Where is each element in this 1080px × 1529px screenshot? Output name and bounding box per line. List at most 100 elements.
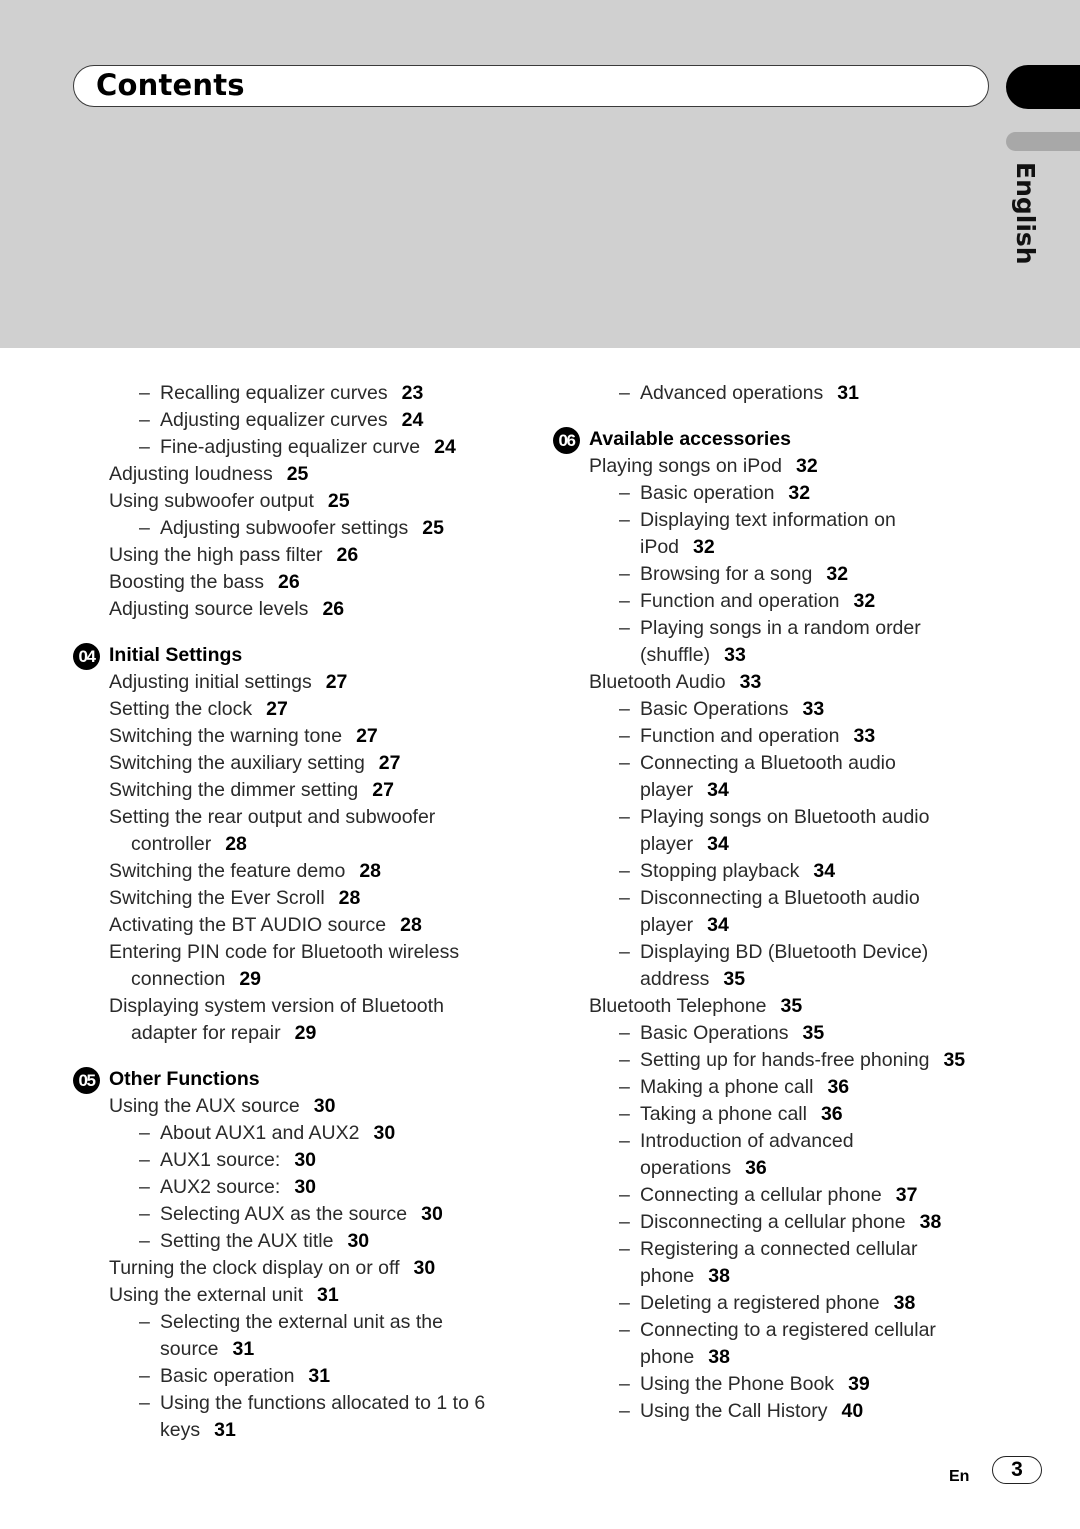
toc-entry-title: Turning the clock display on or off [109,1257,400,1279]
toc-entry[interactable]: Entering PIN code for Bluetooth wireless… [73,939,533,993]
toc-entry[interactable]: – Connecting a Bluetooth audio player 34 [553,750,1013,804]
section-heading[interactable]: 06 Available accessories [553,426,1013,454]
toc-entry-page: 36 [820,1103,843,1125]
toc-entry[interactable]: – Basic operation 31 [73,1363,533,1390]
toc-entry-title-continued: iPod 32 [640,534,1013,561]
toc-entry-title: Making a phone call [640,1076,814,1098]
toc-entry[interactable]: Boosting the bass 26 [73,569,533,596]
toc-entry[interactable]: – Using the functions allocated to 1 to 6… [73,1390,533,1444]
toc-entry[interactable]: – Disconnecting a cellular phone 38 [553,1209,1013,1236]
toc-entry-page: 25 [327,490,350,512]
toc-entry-page: 26 [278,571,300,593]
bullet-dash: – [139,382,150,404]
toc-entry-title: Switching the Ever Scroll [109,887,325,909]
toc-entry[interactable]: – Basic Operations 35 [553,1020,1013,1047]
toc-entry-page: 30 [347,1230,370,1252]
toc-entry[interactable]: – Setting the AUX title 30 [73,1228,533,1255]
toc-entry-page: 37 [895,1184,918,1206]
toc-entry-title: Disconnecting a Bluetooth audio [640,887,920,909]
toc-entry[interactable]: – AUX2 source: 30 [73,1174,533,1201]
toc-entry[interactable]: Bluetooth Audio 33 [553,669,1013,696]
bullet-dash: – [619,806,630,828]
toc-entry[interactable]: – About AUX1 and AUX2 30 [73,1120,533,1147]
toc-entry[interactable]: Switching the auxiliary setting 27 [73,750,533,777]
toc-entry[interactable]: – Making a phone call 36 [553,1074,1013,1101]
toc-entry-page: 32 [693,536,715,558]
toc-entry[interactable]: – Connecting a cellular phone 37 [553,1182,1013,1209]
toc-entry[interactable]: – Basic operation 32 [553,480,1013,507]
toc-entry[interactable]: – Browsing for a song 32 [553,561,1013,588]
toc-entry[interactable]: – Recalling equalizer curves 23 [73,380,533,407]
toc-entry[interactable]: – Playing songs on Bluetooth audio player 3… [553,804,1013,858]
toc-entry[interactable]: Using the AUX source 30 [73,1093,533,1120]
toc-entry[interactable]: Switching the feature demo 28 [73,858,533,885]
toc-entry[interactable]: – Function and operation 33 [553,723,1013,750]
toc-entry-title: Displaying system version of Bluetooth [109,995,444,1017]
toc-entry[interactable]: Playing songs on iPod 32 [553,453,1013,480]
toc-entry[interactable]: Using the high pass filter 26 [73,542,533,569]
toc-entry[interactable]: – Adjusting subwoofer settings 25 [73,515,533,542]
toc-entry[interactable]: Switching the Ever Scroll 28 [73,885,533,912]
toc-entry-title: Playing songs in a random order [640,617,921,639]
toc-entry[interactable]: – Displaying BD (Bluetooth Device) address… [553,939,1013,993]
toc-entry[interactable]: – Introduction of advanced operations 36 [553,1128,1013,1182]
toc-entry-page: 30 [413,1257,436,1279]
toc-entry[interactable]: – Stopping playback 34 [553,858,1013,885]
toc-entry-page: 38 [708,1265,730,1287]
toc-entry[interactable]: – Displaying text information on iPod 32 [553,507,1013,561]
toc-entry[interactable]: – Connecting to a registered cellular phon… [553,1317,1013,1371]
toc-entry-page: 40 [841,1400,864,1422]
toc-entry[interactable]: Displaying system version of Bluetooth ad… [73,993,533,1047]
toc-entry[interactable]: – Setting up for hands-free phoning 35 [553,1047,1013,1074]
toc-entry[interactable]: Using subwoofer output 25 [73,488,533,515]
toc-entry-page: 28 [400,914,422,936]
toc-entry[interactable]: – Registering a connected cellular phone 38 [553,1236,1013,1290]
toc-entry[interactable]: Adjusting source levels 26 [73,596,533,623]
toc-entry-page: 27 [372,779,394,801]
toc-entry[interactable]: – Disconnecting a Bluetooth audio player 34 [553,885,1013,939]
toc-entry-page: 31 [232,1338,255,1360]
toc-entry-page: 35 [802,1022,825,1044]
toc-entry-title: Recalling equalizer curves [160,382,388,404]
bullet-dash: – [619,698,630,720]
toc-entry[interactable]: – AUX1 source: 30 [73,1147,533,1174]
toc-entry[interactable]: – Adjusting equalizer curves 24 [73,407,533,434]
toc-entry-title: Disconnecting a cellular phone [640,1211,906,1233]
toc-entry-title: Setting the rear output and subwoofer [109,806,436,828]
toc-entry[interactable]: Setting the clock 27 [73,696,533,723]
bullet-dash: – [619,382,630,404]
toc-entry-title: Taking a phone call [640,1103,807,1125]
toc-entry[interactable]: Switching the dimmer setting 27 [73,777,533,804]
toc-entry[interactable]: – Function and operation 32 [553,588,1013,615]
toc-entry[interactable]: Switching the warning tone 27 [73,723,533,750]
toc-entry-page: 29 [294,1022,317,1044]
toc-entry[interactable]: Adjusting loudness 25 [73,461,533,488]
toc-entry[interactable]: – Taking a phone call 36 [553,1101,1013,1128]
toc-entry[interactable]: – Basic Operations 33 [553,696,1013,723]
toc-entry-title: Introduction of advanced [640,1130,854,1152]
toc-entry-title-continued: controller 28 [109,831,533,858]
toc-entry-page: 36 [827,1076,850,1098]
toc-entry[interactable]: – Selecting the external unit as the sourc… [73,1309,533,1363]
toc-entry-page: 30 [294,1149,317,1171]
toc-entry[interactable]: Setting the rear output and subwoofer con… [73,804,533,858]
toc-entry[interactable]: Adjusting initial settings 27 [73,669,533,696]
toc-entry[interactable]: – Using the Call History 40 [553,1398,1013,1425]
toc-entry[interactable]: – Playing songs in a random order (shuffle… [553,615,1013,669]
toc-entry[interactable]: – Fine-adjusting equalizer curve 24 [73,434,533,461]
toc-entry-page: 35 [780,995,803,1017]
language-tab-label: English [1011,162,1040,265]
toc-entry[interactable]: Bluetooth Telephone 35 [553,993,1013,1020]
toc-entry[interactable]: Activating the BT AUDIO source 28 [73,912,533,939]
section-heading[interactable]: 04 Initial Settings [73,642,533,670]
section-heading[interactable]: 05 Other Functions [73,1066,533,1094]
toc-entry[interactable]: – Advanced operations 31 [553,380,1013,407]
toc-entry[interactable]: – Selecting AUX as the source 30 [73,1201,533,1228]
bullet-dash: – [619,1022,630,1044]
toc-entry[interactable]: – Using the Phone Book 39 [553,1371,1013,1398]
toc-entry[interactable]: Turning the clock display on or off 30 [73,1255,533,1282]
toc-entry-page: 33 [853,725,876,747]
toc-entry[interactable]: Using the external unit 31 [73,1282,533,1309]
toc-entry[interactable]: – Deleting a registered phone 38 [553,1290,1013,1317]
toc-entry-title: Switching the dimmer setting [109,779,359,801]
